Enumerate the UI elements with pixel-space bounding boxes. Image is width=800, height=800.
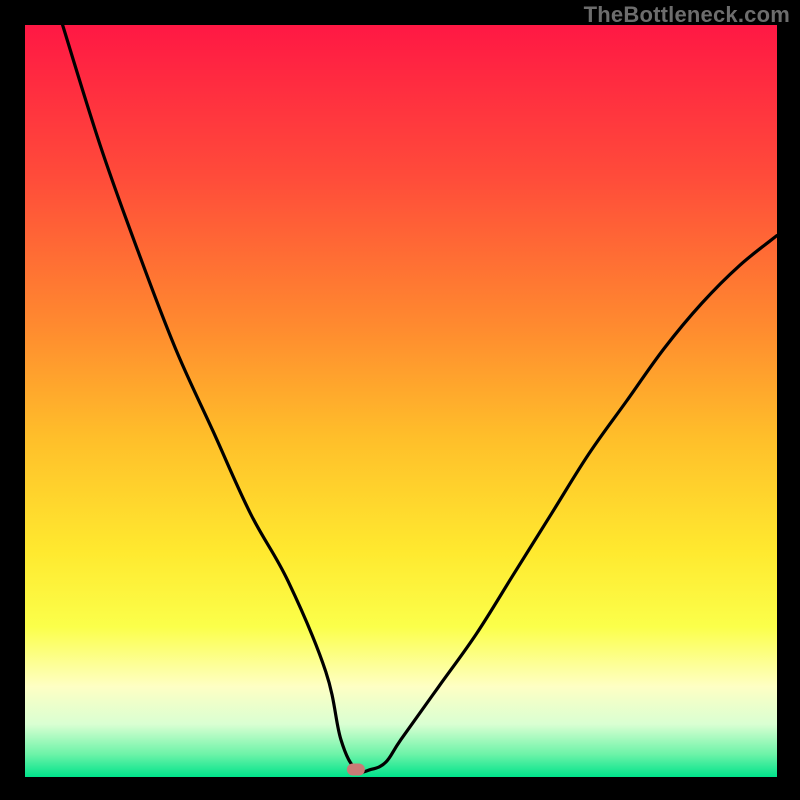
chart-container: TheBottleneck.com	[0, 0, 800, 800]
chart-svg	[0, 0, 800, 800]
plot-gradient-bg	[25, 25, 777, 777]
attribution-label: TheBottleneck.com	[584, 2, 790, 28]
optimal-point-marker	[347, 763, 365, 775]
